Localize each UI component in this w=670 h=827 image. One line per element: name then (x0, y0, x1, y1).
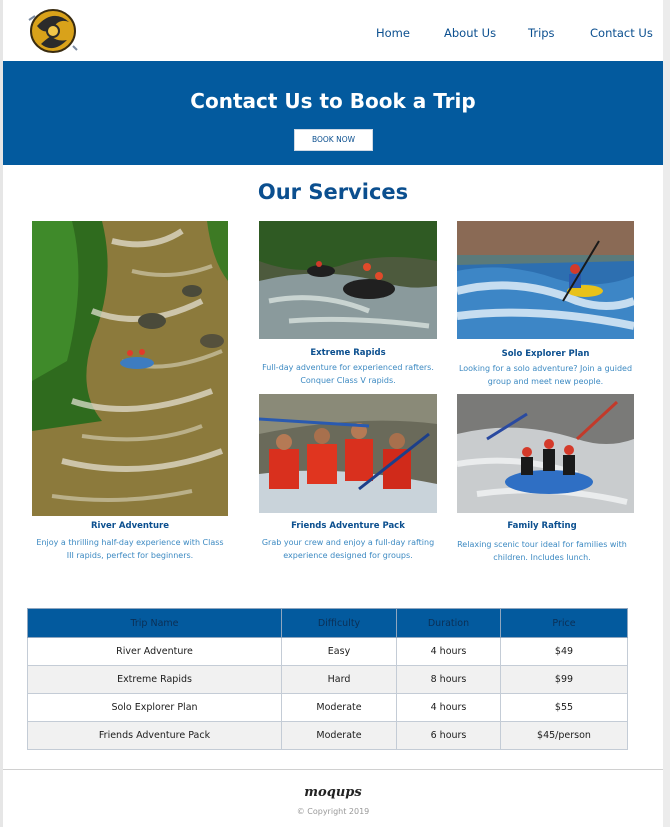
header-difficulty: Difficulty (281, 608, 397, 638)
logo-icon[interactable] (23, 6, 81, 56)
nav-home[interactable]: Home (376, 26, 410, 40)
cell-difficulty: Hard (281, 665, 397, 694)
river-adventure-photo (32, 221, 228, 516)
family-rafting-photo (457, 394, 634, 513)
nav-trips[interactable]: Trips (528, 26, 555, 40)
header-trip-name: Trip Name (27, 608, 282, 638)
cell-price: $55 (500, 693, 628, 722)
hero-banner: Contact Us to Book a Trip BOOK NOW (3, 61, 663, 165)
footer-divider (3, 769, 663, 770)
table-row: Friends Adventure Pack Moderate 6 hours … (27, 721, 628, 750)
cell-difficulty: Moderate (281, 693, 397, 722)
trip-table: Trip Name Difficulty Duration Price Rive… (27, 608, 628, 750)
book-now-button[interactable]: BOOK NOW (294, 129, 373, 151)
cell-price: $45/person (500, 721, 628, 750)
cell-trip-name: Friends Adventure Pack (27, 721, 282, 750)
extreme-rapids-photo (259, 221, 437, 339)
table-row: River Adventure Easy 4 hours $49 (27, 637, 628, 666)
service-title-extreme-rapids: Extreme Rapids (310, 348, 386, 358)
service-desc-family-rafting: Relaxing scenic tour ideal for families … (457, 540, 627, 562)
page-scrollbar[interactable] (663, 0, 670, 827)
hero-title: Contact Us to Book a Trip (190, 89, 476, 113)
cell-difficulty: Easy (281, 637, 397, 666)
service-desc-extreme-rapids: Full-day adventure for experienced rafte… (262, 363, 434, 385)
cell-duration: 8 hours (396, 665, 501, 694)
cell-trip-name: Extreme Rapids (27, 665, 282, 694)
service-desc-river-adventure: Enjoy a thrilling half-day experience wi… (36, 538, 224, 560)
cell-duration: 4 hours (396, 637, 501, 666)
cell-price: $99 (500, 665, 628, 694)
table-row: Extreme Rapids Hard 8 hours $99 (27, 665, 628, 694)
nav-contact-us[interactable]: Contact Us (590, 26, 653, 40)
service-title-river-adventure: River Adventure (90, 521, 169, 531)
cell-trip-name: River Adventure (27, 637, 282, 666)
header-price: Price (500, 608, 628, 638)
service-desc-solo-explorer: Looking for a solo adventure? Join a gui… (458, 364, 633, 386)
cell-duration: 4 hours (396, 693, 501, 722)
service-title-solo-explorer: Solo Explorer Plan (501, 349, 590, 359)
services-title: Our Services (257, 180, 409, 204)
solo-explorer-photo (457, 221, 634, 339)
nav-about-us[interactable]: About Us (444, 26, 496, 40)
cell-difficulty: Moderate (281, 721, 397, 750)
site-header: Home About Us Trips Contact Us (3, 0, 663, 60)
table-header-row: Trip Name Difficulty Duration Price (27, 608, 628, 638)
table-row: Solo Explorer Plan Moderate 4 hours $55 (27, 693, 628, 722)
friends-adventure-photo (259, 394, 437, 513)
service-desc-friends-adventure: Grab your crew and enjoy a full-day raft… (261, 538, 435, 560)
cell-duration: 6 hours (396, 721, 501, 750)
footer-copyright: © Copyright 2019 (296, 807, 370, 816)
cell-trip-name: Solo Explorer Plan (27, 693, 282, 722)
service-title-family-rafting: Family Rafting (507, 521, 577, 531)
cell-price: $49 (500, 637, 628, 666)
footer-logo[interactable]: moqups (3, 785, 663, 800)
header-duration: Duration (396, 608, 501, 638)
service-title-friends-adventure: Friends Adventure Pack (291, 521, 405, 531)
